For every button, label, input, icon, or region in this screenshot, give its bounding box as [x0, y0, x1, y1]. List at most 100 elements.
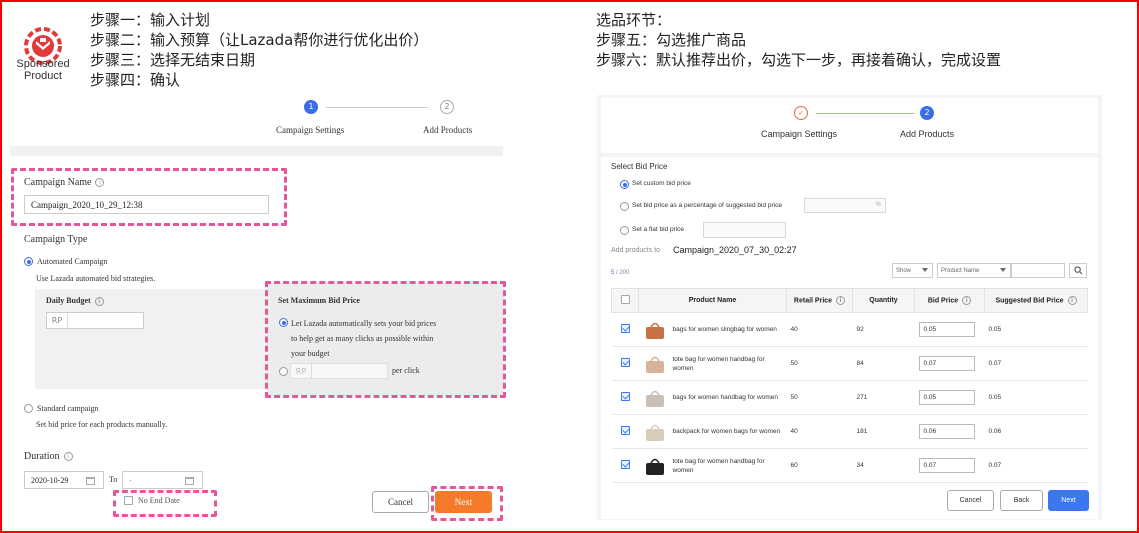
- back-button[interactable]: Back: [1000, 490, 1043, 511]
- custom-bid-radio[interactable]: [620, 180, 629, 189]
- retail-price: 40: [786, 312, 853, 347]
- retail-price: 60: [786, 448, 853, 483]
- col-retail-price: Retail Price i: [786, 288, 853, 313]
- flat-bid-label: Set a flat bid price: [632, 226, 685, 233]
- row-checkbox[interactable]: [620, 460, 630, 469]
- product-name: bags for women handbag for women: [672, 394, 779, 401]
- next-button[interactable]: Next: [435, 491, 492, 513]
- instruction-step4: 步骤四：确认: [90, 71, 181, 89]
- chevron-down-icon: [922, 268, 928, 272]
- stepper-step2-dot: 2: [920, 106, 934, 120]
- end-date-input[interactable]: -: [122, 471, 203, 489]
- instruction-step5: 步骤五：勾选推广商品: [596, 31, 747, 49]
- table-row: tote bag for women handbag for women 50 …: [611, 346, 1088, 381]
- col-bid-price-text: Bid Price: [927, 297, 959, 305]
- start-date-input[interactable]: 2020-10-29: [24, 471, 104, 489]
- manual-bid-radio[interactable]: [279, 367, 288, 376]
- col-bid-price: Bid Price i: [914, 288, 985, 313]
- row-checkbox[interactable]: [620, 392, 630, 401]
- add-products-to-label: Add products to: [611, 247, 661, 254]
- automated-campaign-label: Automated Campaign: [37, 257, 108, 266]
- row-checkbox[interactable]: [620, 358, 630, 367]
- auto-bid-line1: Let Lazada automatically sets your bid p…: [291, 319, 437, 328]
- logo-text-line1: Sponsored: [16, 58, 70, 70]
- bid-price-cell: 0.05: [914, 312, 985, 347]
- show-select[interactable]: Show: [892, 263, 933, 278]
- table-row: backpack for women bags for women 40 181…: [611, 414, 1088, 449]
- bid-price-cell: 0.07: [914, 448, 985, 483]
- search-field-select[interactable]: Product Name: [937, 263, 1011, 278]
- max-bid-input[interactable]: RP: [290, 363, 388, 379]
- search-icon: [1073, 266, 1082, 275]
- automated-campaign-radio[interactable]: [24, 257, 33, 266]
- info-icon: i: [94, 296, 104, 306]
- no-end-date-checkbox[interactable]: [124, 496, 133, 505]
- percentage-input[interactable]: %: [804, 198, 886, 213]
- cancel-button[interactable]: Cancel: [947, 490, 994, 511]
- bid-price-input[interactable]: 0.07: [918, 458, 975, 473]
- handbag-icon: [645, 390, 664, 407]
- percentage-bid-radio[interactable]: [620, 202, 629, 211]
- bid-price-input[interactable]: 0.06: [918, 424, 975, 439]
- stepper-line: [326, 107, 428, 108]
- cancel-button[interactable]: Cancel: [372, 491, 429, 513]
- flat-bid-input[interactable]: [703, 222, 786, 238]
- stepper-step2-label: Add Products: [900, 129, 955, 139]
- bid-price-cell: 0.05: [914, 380, 985, 415]
- bid-price-input[interactable]: 0.05: [918, 322, 975, 337]
- product-image: [643, 387, 667, 409]
- start-date-value: 2020-10-29: [31, 475, 69, 485]
- handbag-icon: [645, 458, 664, 475]
- stepper-line: [816, 113, 914, 114]
- quantity: 34: [852, 448, 915, 483]
- product-name: tote bag for women handbag for women: [672, 355, 765, 372]
- standard-campaign-desc: Set bid price for each products manually…: [36, 420, 168, 429]
- product-image: [643, 455, 667, 477]
- table-row: tote bag for women handbag for women 60 …: [611, 448, 1088, 483]
- search-input[interactable]: [1011, 263, 1065, 278]
- chevron-down-icon: [1000, 268, 1006, 272]
- standard-campaign-radio[interactable]: [24, 404, 33, 413]
- retail-price: 50: [786, 346, 853, 381]
- instruction-step1: 步骤一：输入计划: [90, 11, 211, 29]
- bid-price-input[interactable]: 0.07: [918, 356, 975, 371]
- product-name: backpack for women bags for women: [672, 428, 781, 435]
- product-name: tote bag for women handbag for women: [672, 457, 765, 474]
- stepper-step1-label: Campaign Settings: [761, 129, 838, 139]
- quantity: 181: [852, 414, 915, 449]
- product-cell: backpack for women bags for women: [638, 414, 787, 449]
- quantity: 84: [852, 346, 915, 381]
- campaign-name-text: Campaign_2020_07_30_02:27: [673, 245, 797, 255]
- row-checkbox-cell: [611, 380, 639, 415]
- search-button[interactable]: [1069, 263, 1087, 278]
- handbag-icon: [645, 356, 664, 373]
- quantity: 271: [852, 380, 915, 415]
- stepper-step1-dot: 1: [304, 100, 318, 114]
- suggested-bid-price: 0.06: [984, 414, 1088, 449]
- daily-budget-input[interactable]: RP: [46, 312, 144, 329]
- instruction-heading: 选品环节：: [596, 11, 672, 29]
- next-button[interactable]: Next: [1048, 490, 1089, 511]
- bid-price-input[interactable]: 0.05: [918, 390, 975, 405]
- info-icon: i: [63, 452, 73, 462]
- col-suggested-bid-price-text: Suggested Bid Price: [995, 297, 1064, 305]
- rp-prefix: RP: [291, 364, 312, 378]
- product-cell: tote bag for women handbag for women: [638, 346, 787, 381]
- search-field-value: Product Name: [941, 267, 980, 274]
- col-suggested-bid-price: Suggested Bid Price i: [984, 288, 1088, 313]
- instruction-step3: 步骤三：选择无结束日期: [90, 51, 256, 69]
- instruction-step2: 步骤二：输入预算（让Lazada帮你进行优化出价）: [90, 31, 429, 49]
- flat-bid-radio[interactable]: [620, 226, 629, 235]
- select-all-checkbox[interactable]: [620, 295, 630, 304]
- no-end-date-label: No End Date: [138, 496, 180, 505]
- automated-campaign-desc: Use Lazada automated bid strategies.: [36, 274, 156, 283]
- campaign-name-input[interactable]: Campaign_2020_10_29_12:38: [24, 195, 269, 214]
- quantity: 92: [852, 312, 915, 347]
- row-checkbox[interactable]: [620, 426, 630, 435]
- row-checkbox[interactable]: [620, 324, 630, 333]
- end-date-value: -: [129, 475, 132, 485]
- to-label: To: [109, 475, 118, 484]
- campaign-type-label: Campaign Type: [24, 234, 88, 245]
- logo-text-line2: Product: [24, 70, 62, 82]
- auto-bid-radio[interactable]: [279, 318, 288, 327]
